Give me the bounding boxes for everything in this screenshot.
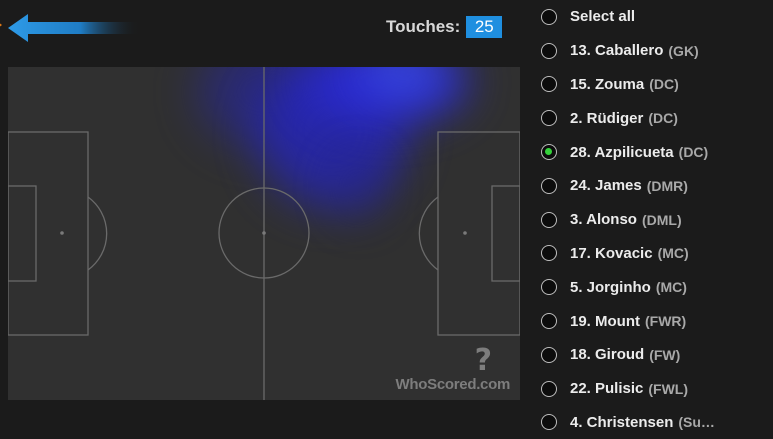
player-name: 28. Azpilicueta xyxy=(570,143,674,161)
player-name: 22. Pulisic xyxy=(570,380,644,398)
player-position: (DC) xyxy=(678,144,709,161)
player-option[interactable]: 19. Mount (FWR) xyxy=(538,304,773,338)
player-name: 18. Giroud xyxy=(570,346,645,364)
player-name: 19. Mount xyxy=(570,312,640,330)
radio-button[interactable] xyxy=(541,8,557,25)
radio-button[interactable] xyxy=(541,42,557,59)
player-option[interactable]: 5. Jorginho (MC) xyxy=(538,270,773,304)
player-position: (MC) xyxy=(657,245,689,262)
player-name: 3. Alonso xyxy=(570,211,637,229)
radio-button-selected[interactable] xyxy=(541,144,557,161)
radio-button[interactable] xyxy=(541,380,557,397)
select-all-label: Select all xyxy=(570,8,636,26)
touches-label: Touches: xyxy=(386,17,461,36)
watermark: WhoScored.com xyxy=(395,376,511,393)
player-option[interactable]: 18. Giroud (FW) xyxy=(538,338,773,372)
player-option[interactable]: 17. Kovacic (MC) xyxy=(538,237,773,271)
pitch-lines xyxy=(8,67,520,400)
player-position: (GK) xyxy=(668,42,699,59)
player-name: 13. Caballero xyxy=(570,42,664,60)
whoscored-logo-icon: ? xyxy=(474,343,492,378)
player-name: 5. Jorginho xyxy=(570,278,651,296)
player-option[interactable]: 24. James (DMR) xyxy=(538,169,773,203)
player-option[interactable]: 28. Azpilicueta (DC) xyxy=(538,135,773,169)
player-position: (MC) xyxy=(655,279,687,296)
player-option[interactable]: 2. Rüdiger (DC) xyxy=(538,101,773,135)
radio-button[interactable] xyxy=(541,245,557,262)
radio-button[interactable] xyxy=(541,177,557,194)
touches-counter: Touches: 25 xyxy=(386,15,503,39)
player-position: (Su… xyxy=(678,414,715,431)
player-name: 4. Christensen xyxy=(570,413,674,431)
select-all-option[interactable]: Select all xyxy=(538,0,773,34)
player-name: 15. Zouma xyxy=(570,75,645,93)
radio-button[interactable] xyxy=(541,110,557,127)
radio-button[interactable] xyxy=(541,279,557,296)
watermark-suffix: .com xyxy=(476,376,510,393)
player-position: (DML) xyxy=(641,211,682,228)
player-option[interactable]: 3. Alonso (DML) xyxy=(538,203,773,237)
radio-button[interactable] xyxy=(541,414,557,431)
radio-button[interactable] xyxy=(541,76,557,93)
player-name: 24. James xyxy=(570,177,642,195)
radio-button[interactable] xyxy=(541,313,557,330)
radio-button[interactable] xyxy=(541,346,557,363)
player-position: (DC) xyxy=(648,110,678,127)
player-position: (FWL) xyxy=(648,380,689,397)
player-position: (DC) xyxy=(649,76,679,93)
watermark-text: WhoScored xyxy=(395,376,477,393)
touches-value: 25 xyxy=(466,16,503,38)
player-option[interactable]: 13. Caballero (GK) xyxy=(538,34,773,68)
player-option[interactable]: 4. Christensen (Su… xyxy=(538,406,773,439)
player-name: 17. Kovacic xyxy=(570,244,653,262)
player-name: 2. Rüdiger xyxy=(570,109,644,127)
player-position: (FWR) xyxy=(645,313,687,330)
player-position: (FW) xyxy=(649,346,681,363)
player-option[interactable]: 22. Pulisic (FWL) xyxy=(538,372,773,406)
player-option[interactable]: 15. Zouma (DC) xyxy=(538,68,773,102)
back-arrow-icon[interactable] xyxy=(0,12,140,44)
player-position: (DMR) xyxy=(646,177,688,194)
player-list: Select all 13. Caballero (GK) 15. Zouma (DC… xyxy=(538,0,773,439)
radio-button[interactable] xyxy=(541,211,557,228)
pitch-heatmap: ? WhoScored.com xyxy=(8,67,520,400)
